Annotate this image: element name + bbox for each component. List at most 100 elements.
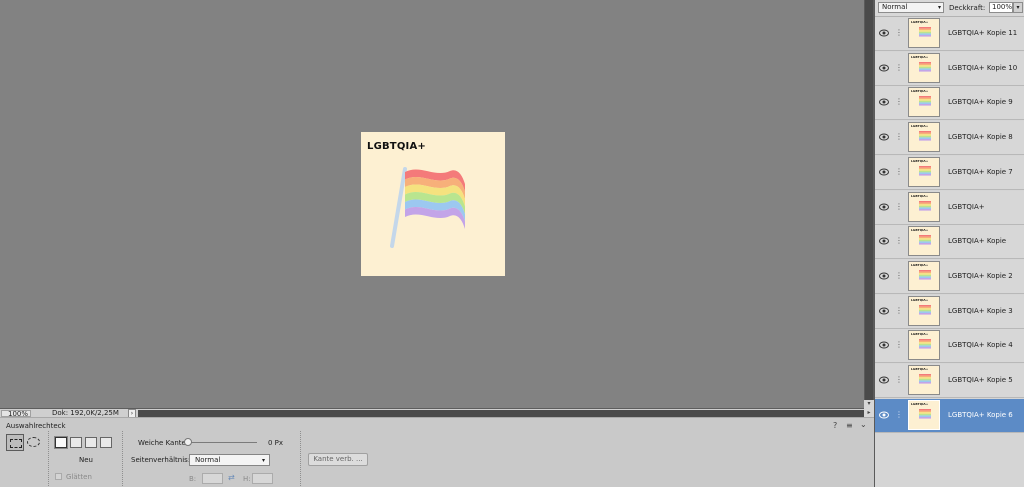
thumbnail-flag-stripe xyxy=(919,380,931,382)
selection-new-icon[interactable] xyxy=(55,437,67,448)
thumbnail-flag-stripe xyxy=(919,99,931,102)
layer-name: LGBTQIA+ Kopie 11 xyxy=(948,29,1018,37)
aspect-ratio-select[interactable]: Normal ▾ xyxy=(189,454,270,466)
width-field[interactable] xyxy=(202,473,223,484)
layer-link-icon[interactable]: ⋮ xyxy=(895,410,903,420)
visibility-eye-icon[interactable] xyxy=(879,133,889,141)
layer-link-icon[interactable]: ⋮ xyxy=(895,63,903,73)
thumbnail-flag-stripe xyxy=(919,306,931,308)
visibility-eye-icon[interactable] xyxy=(879,411,889,419)
layer-link-icon[interactable]: ⋮ xyxy=(895,167,903,177)
height-field[interactable] xyxy=(252,473,273,484)
layer-link-icon[interactable]: ⋮ xyxy=(895,236,903,246)
layer-link-icon[interactable]: ⋮ xyxy=(895,306,903,316)
visibility-eye-icon[interactable] xyxy=(879,29,889,37)
layer-row[interactable]: ⋮ LGBTQIA+ LGBTQIA+ Kopie 9 xyxy=(875,86,1024,121)
thumbnail-flag-stripe xyxy=(919,208,931,211)
feather-slider-thumb[interactable] xyxy=(184,438,192,446)
layer-link-icon[interactable]: ⋮ xyxy=(895,271,903,281)
visibility-eye-icon[interactable] xyxy=(879,168,889,176)
zoom-field[interactable]: 100% xyxy=(1,410,31,418)
layer-name: LGBTQIA+ Kopie 7 xyxy=(948,167,1013,176)
layer-link-icon[interactable]: ⋮ xyxy=(895,375,903,385)
layer-row[interactable]: ⋮ LGBTQIA+ LGBTQIA+ Kopie 3 xyxy=(875,294,1024,329)
refine-edge-button[interactable]: Kante verb. ... xyxy=(308,453,368,466)
visibility-eye-icon[interactable] xyxy=(879,272,889,280)
layer-row[interactable]: ⋮ LGBTQIA+ LGBTQIA+ Kopie 6 xyxy=(875,398,1024,433)
thumbnail-flag-stripe xyxy=(919,131,931,133)
thumbnail-flag-stripe xyxy=(919,200,931,203)
selection-intersect-icon[interactable] xyxy=(100,437,112,448)
thumbnail-flag-stripe xyxy=(919,312,931,315)
layer-row[interactable]: ⋮ LGBTQIA+ LGBTQIA+ Kopie xyxy=(875,225,1024,260)
layer-row[interactable]: ⋮ LGBTQIA+ LGBTQIA+ Kopie 5 xyxy=(875,364,1024,398)
chevron-down-icon: ▾ xyxy=(261,457,265,464)
ellipse-marquee-icon[interactable] xyxy=(27,437,40,447)
scroll-right-arrow-icon[interactable]: ▸ xyxy=(864,408,874,417)
rectangle-marquee-icon[interactable] xyxy=(6,434,24,451)
layer-row[interactable]: ⋮ LGBTQIA+ LGBTQIA+ Kopie 10 xyxy=(875,51,1024,86)
layer-row[interactable]: ⋮ LGBTQIA+ LGBTQIA+ Kopie 7 xyxy=(875,155,1024,190)
scroll-down-arrow-icon[interactable]: ▾ xyxy=(864,400,874,408)
thumbnail-flag-stripe xyxy=(919,168,931,171)
selection-subtract-icon[interactable] xyxy=(85,437,97,448)
opacity-dropdown-icon[interactable]: ▾ xyxy=(1013,2,1023,13)
visibility-eye-icon[interactable] xyxy=(879,376,889,384)
visibility-eye-icon[interactable] xyxy=(879,203,889,211)
thumbnail-flag-stripe xyxy=(919,274,931,277)
visibility-eye-icon[interactable] xyxy=(879,98,889,106)
layer-row[interactable]: ⋮ LGBTQIA+ LGBTQIA+ Kopie 8 xyxy=(875,121,1024,156)
swap-dimensions-icon[interactable]: ⇄ xyxy=(228,473,235,482)
layer-row[interactable]: ⋮ LGBTQIA+ LGBTQIA+ Kopie 4 xyxy=(875,329,1024,364)
visibility-eye-icon[interactable] xyxy=(879,64,889,72)
thumbnail-flag-stripe xyxy=(919,415,931,417)
thumbnail-flag xyxy=(919,61,931,72)
height-label: H: xyxy=(243,475,251,483)
layer-row[interactable]: ⋮ LGBTQIA+ LGBTQIA+ Kopie 2 xyxy=(875,259,1024,294)
layer-thumbnail: LGBTQIA+ xyxy=(908,191,940,222)
layer-link-icon[interactable]: ⋮ xyxy=(895,28,903,38)
thumbnail-flag-stripe xyxy=(919,340,931,343)
thumbnail-flag-stripe xyxy=(919,236,931,239)
thumbnail-flag xyxy=(919,235,931,245)
thumbnail-flag-stripe xyxy=(919,241,931,244)
layer-link-icon[interactable]: ⋮ xyxy=(895,132,903,142)
visibility-eye-icon[interactable] xyxy=(879,307,889,315)
blend-mode-select[interactable]: Normal ▾ xyxy=(878,2,944,13)
layer-link-icon[interactable]: ⋮ xyxy=(895,202,903,212)
visibility-eye-icon[interactable] xyxy=(879,237,889,245)
layer-row[interactable]: ⋮ LGBTQIA+ LGBTQIA+ xyxy=(875,190,1024,225)
thumbnail-flag-stripe xyxy=(919,61,931,64)
panel-menu-icon[interactable]: ≡ xyxy=(846,421,853,430)
thumbnail-flag-stripe xyxy=(919,132,931,135)
layer-link-icon[interactable]: ⋮ xyxy=(895,97,903,107)
visibility-eye-icon[interactable] xyxy=(879,341,889,349)
vertical-scrollbar[interactable]: ▾ xyxy=(864,0,874,408)
aspect-ratio-value: Normal xyxy=(195,456,221,464)
smooth-checkbox[interactable] xyxy=(55,473,62,480)
layer-thumbnail: LGBTQIA+ xyxy=(908,52,940,83)
thumbnail-flag-stripe xyxy=(919,342,931,345)
feather-label: Weiche Kante: xyxy=(138,439,189,447)
thumbnail-flag-stripe xyxy=(919,269,931,272)
layer-link-icon[interactable]: ⋮ xyxy=(895,340,903,350)
collapse-icon[interactable]: ⌄ xyxy=(860,420,867,429)
layer-thumbnail: LGBTQIA+ xyxy=(908,365,940,395)
horizontal-scrollbar[interactable] xyxy=(138,410,864,417)
opacity-field[interactable]: 100% xyxy=(989,2,1013,13)
vertical-scroll-track[interactable] xyxy=(865,0,873,400)
layer-name: LGBTQIA+ xyxy=(948,202,985,211)
canvas-area[interactable]: LGBTQIA+ xyxy=(0,0,864,408)
layers-panel: Normal ▾ Deckkraft: 100% ▾ ⋮ LGBTQIA+ LG… xyxy=(874,0,1024,487)
thumbnail-flag-stripe xyxy=(919,339,931,341)
thumbnail-flag xyxy=(919,408,931,419)
document-canvas[interactable]: LGBTQIA+ xyxy=(361,132,505,276)
layer-thumbnail: LGBTQIA+ xyxy=(908,87,940,118)
layer-name: LGBTQIA+ Kopie 8 xyxy=(948,133,1013,142)
help-icon[interactable]: ? xyxy=(833,421,837,430)
thumbnail-flag-stripe xyxy=(919,310,931,313)
thumbnail-flag-stripe xyxy=(919,173,931,176)
feather-slider-track[interactable] xyxy=(187,442,257,443)
selection-add-icon[interactable] xyxy=(70,437,82,448)
layer-row[interactable]: ⋮ LGBTQIA+ LGBTQIA+ Kopie 11 xyxy=(875,17,1024,51)
